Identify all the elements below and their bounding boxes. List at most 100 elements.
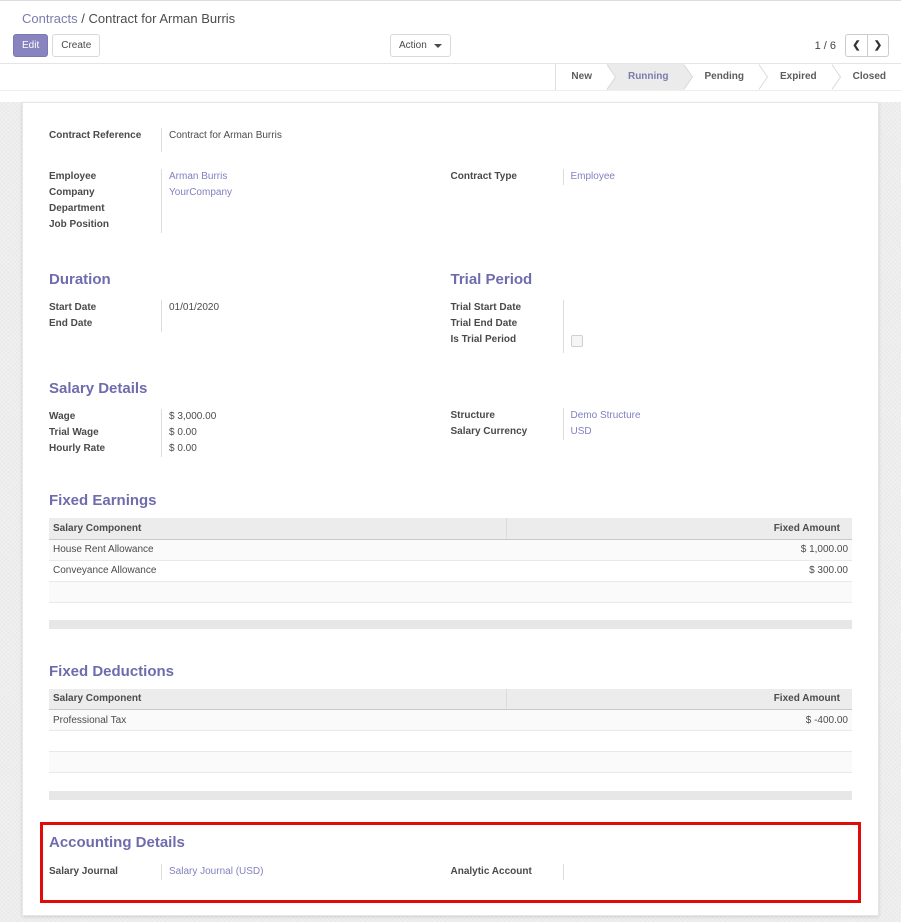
field-row: Is Trial Period [451, 332, 853, 353]
pager-previous-button[interactable]: ❮ [845, 34, 867, 57]
list-footer-band [49, 791, 852, 800]
field-row: Company YourCompany [49, 185, 451, 201]
table-row[interactable]: Professional Tax $ -400.00 [49, 710, 852, 731]
info-section: Employee Arman Burris Company YourCompan… [49, 169, 852, 233]
company-link[interactable]: YourCompany [169, 187, 232, 198]
is-trial-period-checkbox[interactable] [571, 335, 583, 347]
table-row[interactable]: Conveyance Allowance $ 300.00 [49, 560, 852, 581]
duration-trial-section: Duration Start Date 01/01/2020 End Date … [49, 272, 852, 353]
info-left-column: Employee Arman Burris Company YourCompan… [49, 169, 451, 233]
statusbar-stages: New Running Pending Expired Closed [555, 64, 901, 90]
stage-closed[interactable]: Closed [832, 64, 901, 90]
salary-component-cell[interactable]: Conveyance Allowance [49, 560, 507, 581]
info-right-column: Contract Type Employee [451, 169, 853, 233]
accounting-details-title: Accounting Details [49, 835, 852, 851]
fixed-amount-cell[interactable]: $ 1,000.00 [507, 539, 852, 560]
column-header-fixed-amount[interactable]: Fixed Amount [507, 518, 852, 539]
control-panel: Contracts / Contract for Arman Burris Ed… [0, 1, 901, 64]
trial-start-date-value [563, 300, 853, 316]
fixed-deductions-table: Salary Component Fixed Amount Profession… [49, 689, 852, 774]
stage-expired[interactable]: Expired [759, 64, 832, 90]
field-row: Start Date 01/01/2020 [49, 300, 451, 316]
column-header-salary-component[interactable]: Salary Component [49, 689, 507, 710]
structure-value: Demo Structure [563, 408, 853, 424]
salary-right-column: Structure Demo Structure Salary Currency… [451, 381, 853, 457]
field-row: Department [49, 201, 451, 217]
salary-component-cell[interactable]: Professional Tax [49, 710, 507, 731]
salary-left-column: Salary Details Wage $ 3,000.00 Trial Wag… [49, 381, 451, 457]
fixed-deductions-title: Fixed Deductions [49, 664, 852, 680]
empty-cell [507, 581, 852, 602]
end-date-label: End Date [49, 316, 161, 332]
create-button[interactable]: Create [52, 34, 100, 57]
salary-component-cell[interactable]: House Rent Allowance [49, 539, 507, 560]
contract-type-value: Employee [563, 169, 853, 185]
fixed-amount-cell[interactable]: $ 300.00 [507, 560, 852, 581]
breadcrumb-separator: / [81, 11, 85, 26]
empty-cell [49, 752, 507, 773]
table-header-row: Salary Component Fixed Amount [49, 689, 852, 710]
column-header-fixed-amount[interactable]: Fixed Amount [507, 689, 852, 710]
statusbar: New Running Pending Expired Closed [0, 64, 901, 91]
field-row: Employee Arman Burris [49, 169, 451, 185]
start-date-value: 01/01/2020 [161, 300, 451, 316]
contract-form-page: Contracts / Contract for Arman Burris Ed… [0, 0, 901, 922]
accounting-fields: Salary Journal Salary Journal (USD) Anal… [49, 864, 852, 880]
trial-end-date-value [563, 316, 853, 332]
column-header-salary-component[interactable]: Salary Component [49, 518, 507, 539]
dropdown-caret-icon [434, 44, 442, 48]
table-header-row: Salary Component Fixed Amount [49, 518, 852, 539]
contract-reference-group: Contract Reference Contract for Arman Bu… [49, 128, 852, 152]
structure-link[interactable]: Demo Structure [571, 410, 641, 421]
edit-button[interactable]: Edit [13, 34, 48, 57]
field-row: Contract Reference Contract for Arman Bu… [49, 128, 852, 152]
button-row: Edit Create [13, 34, 100, 57]
spacer-table-row [49, 731, 852, 752]
contract-reference-label: Contract Reference [49, 128, 161, 152]
empty-cell [507, 752, 852, 773]
chevron-left-icon: ❮ [852, 40, 860, 51]
accounting-details-highlight-box: Accounting Details Salary Journal Salary… [40, 822, 861, 903]
field-row: Salary Journal Salary Journal (USD) [49, 864, 451, 880]
fixed-earnings-title: Fixed Earnings [49, 493, 852, 509]
is-trial-period-label: Is Trial Period [451, 332, 563, 353]
table-row[interactable]: House Rent Allowance $ 1,000.00 [49, 539, 852, 560]
form-sheet: Contract Reference Contract for Arman Bu… [22, 102, 879, 916]
trial-wage-value: $ 0.00 [161, 425, 451, 441]
salary-journal-link[interactable]: Salary Journal (USD) [169, 866, 263, 877]
department-label: Department [49, 201, 161, 217]
pager-next-button[interactable]: ❯ [867, 34, 889, 57]
contract-type-link[interactable]: Employee [571, 171, 615, 182]
pager-counter: 1 / 6 [815, 40, 836, 52]
trial-wage-label: Trial Wage [49, 425, 161, 441]
stage-running[interactable]: Running [607, 64, 684, 90]
chevron-right-icon: ❯ [874, 40, 882, 51]
action-dropdown-button[interactable]: Action [390, 34, 451, 57]
wage-value: $ 3,000.00 [161, 409, 451, 425]
trial-period-column: Trial Period Trial Start Date Trial End … [451, 272, 853, 353]
stage-pending[interactable]: Pending [684, 64, 759, 90]
salary-currency-link[interactable]: USD [571, 426, 592, 437]
salary-currency-value: USD [563, 424, 853, 440]
empty-table-row [49, 581, 852, 602]
field-row: Trial Wage $ 0.00 [49, 425, 451, 441]
employee-link[interactable]: Arman Burris [169, 171, 227, 182]
stage-new[interactable]: New [556, 64, 607, 90]
form-view-background: Contract Reference Contract for Arman Bu… [0, 102, 901, 922]
department-value [161, 201, 451, 217]
field-row: Hourly Rate $ 0.00 [49, 441, 451, 457]
accounting-right-column: Analytic Account [451, 864, 853, 880]
company-value: YourCompany [161, 185, 451, 201]
field-row: Trial Start Date [451, 300, 853, 316]
empty-table-row [49, 752, 852, 773]
salary-currency-label: Salary Currency [451, 424, 563, 440]
duration-column: Duration Start Date 01/01/2020 End Date [49, 272, 451, 353]
field-row: Trial End Date [451, 316, 853, 332]
fixed-amount-cell[interactable]: $ -400.00 [507, 710, 852, 731]
pager: 1 / 6 ❮ ❯ [815, 34, 889, 57]
field-row: Analytic Account [451, 864, 853, 880]
end-date-value [161, 316, 451, 332]
contract-reference-value: Contract for Arman Burris [161, 128, 852, 152]
breadcrumb-contracts-link[interactable]: Contracts [22, 11, 78, 26]
salary-journal-label: Salary Journal [49, 864, 161, 880]
